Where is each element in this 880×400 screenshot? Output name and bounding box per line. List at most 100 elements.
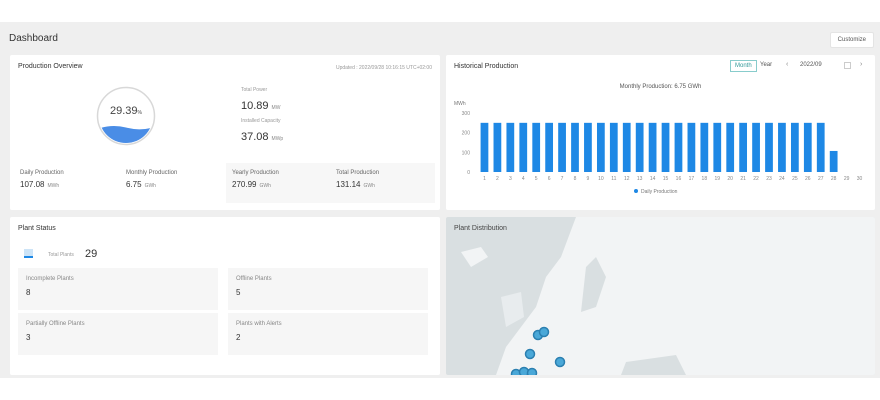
x-tick-label: 12	[624, 176, 630, 182]
tab-month[interactable]: Month	[730, 60, 757, 72]
bar	[609, 122, 618, 172]
plant-status-card: Plant Status Total Plants 29 Incomplete …	[10, 217, 440, 375]
bar	[765, 122, 773, 172]
bar	[752, 122, 760, 172]
calendar-icon[interactable]	[844, 62, 851, 69]
x-tick-label: 23	[766, 176, 772, 182]
plant-distribution-card[interactable]: Plant Distribution	[446, 217, 875, 375]
historical-production-card: Historical Production Month Year ‹ 2022/…	[446, 55, 875, 210]
bar	[803, 122, 812, 172]
bar	[622, 122, 631, 172]
bar	[674, 122, 683, 172]
x-tick-label: 28	[831, 176, 837, 182]
bar	[726, 122, 735, 172]
x-tick-label: 30	[857, 176, 863, 182]
dashboard: Dashboard Customize Production Overview …	[0, 22, 880, 378]
plant-marker	[538, 326, 550, 338]
x-tick-label: 2	[496, 176, 499, 182]
x-tick-label: 6	[548, 176, 551, 182]
x-tick-label: 24	[779, 176, 785, 182]
updated-time: Updated : 2022/09/28 10:16:15 UTC+02:00	[335, 65, 432, 71]
plant-marker	[554, 356, 566, 368]
legend-marker	[634, 189, 638, 193]
bar	[700, 122, 709, 172]
incomplete-plants[interactable]: Incomplete Plants 8	[18, 268, 218, 310]
plants-icon	[24, 249, 33, 258]
bar	[778, 122, 786, 172]
x-tick-label: 11	[611, 176, 616, 182]
x-tick-label: 26	[805, 176, 811, 182]
bar	[545, 122, 554, 172]
x-tick-label: 29	[844, 176, 850, 182]
x-tick-label: 4	[522, 176, 525, 182]
y-axis-label: MWh	[454, 101, 466, 107]
x-tick-label: 21	[740, 176, 746, 182]
y-tick-label: 300	[462, 111, 471, 117]
prev-button[interactable]: ‹	[786, 61, 788, 68]
tab-year[interactable]: Year	[760, 62, 772, 68]
bar	[687, 122, 696, 172]
bar	[480, 122, 489, 172]
bar	[648, 122, 657, 172]
stat-monthly: Monthly Production 6.75 GWh	[126, 170, 178, 189]
x-tick-label: 9	[587, 176, 590, 182]
x-tick-label: 25	[792, 176, 798, 182]
offline-plants[interactable]: Offline Plants 5	[228, 268, 428, 310]
x-tick-label: 1	[483, 176, 486, 182]
bar	[493, 122, 502, 172]
x-tick-label: 14	[650, 176, 656, 182]
x-tick-label: 27	[818, 176, 824, 182]
card-title: Plant Status	[18, 225, 56, 232]
ratio-value: 29.39%	[110, 105, 142, 117]
card-title: Plant Distribution	[454, 225, 507, 232]
customize-button[interactable]: Customize	[829, 32, 874, 48]
bar	[739, 122, 748, 172]
production-overview-card: Production Overview Updated : 2022/09/28…	[10, 55, 440, 210]
stat-daily: Daily Production 107.08 MWh	[20, 170, 64, 189]
x-tick-label: 20	[727, 176, 733, 182]
bar	[790, 122, 799, 172]
bar	[713, 122, 722, 172]
x-tick-label: 10	[598, 176, 604, 182]
map[interactable]	[446, 217, 875, 375]
x-tick-label: 17	[689, 176, 695, 182]
y-tick-label: 0	[467, 170, 470, 176]
partially-offline-plants[interactable]: Partially Offline Plants 3	[18, 313, 218, 355]
plant-marker	[524, 348, 536, 360]
next-button[interactable]: ›	[860, 61, 862, 68]
x-tick-label: 22	[753, 176, 759, 182]
date-picker[interactable]: 2022/09	[800, 62, 822, 68]
x-tick-label: 13	[637, 176, 643, 182]
x-tick-label: 7	[561, 176, 564, 182]
card-title: Production Overview	[18, 63, 83, 70]
bar	[596, 122, 605, 172]
x-tick-label: 16	[676, 176, 682, 182]
bar	[519, 122, 528, 172]
plants-with-alerts[interactable]: Plants with Alerts 2	[228, 313, 428, 355]
x-tick-label: 15	[663, 176, 669, 182]
bar	[571, 122, 579, 172]
bar	[661, 122, 670, 172]
y-tick-label: 200	[462, 131, 471, 137]
plant-marker	[526, 367, 538, 375]
bar	[532, 122, 541, 172]
legend-label: Daily Production	[641, 189, 678, 195]
x-tick-label: 8	[574, 176, 577, 182]
stat-total: Total Production 131.14 GWh	[330, 163, 435, 203]
page-title: Dashboard	[9, 33, 58, 44]
x-tick-label: 5	[535, 176, 538, 182]
x-tick-label: 19	[714, 176, 720, 182]
summary: Monthly Production: 6.75 GWh	[619, 84, 702, 90]
bar	[506, 122, 515, 172]
bar	[635, 122, 644, 172]
y-tick-label: 100	[462, 150, 471, 156]
total-power: Total Power 10.89 MW Installed Capacity 3…	[241, 87, 284, 143]
stat-yearly: Yearly Production 270.99 GWh	[226, 163, 331, 203]
card-title: Historical Production	[454, 63, 519, 70]
bar	[816, 122, 825, 172]
bar	[558, 122, 566, 172]
x-tick-label: 18	[702, 176, 708, 182]
bar-chart: MWh01002003001 2 3 4 5 6 7 8 9 10 11 12 13 14 15 16 17 18…	[454, 101, 863, 195]
x-tick-label: 3	[509, 176, 512, 182]
bar	[829, 150, 838, 172]
